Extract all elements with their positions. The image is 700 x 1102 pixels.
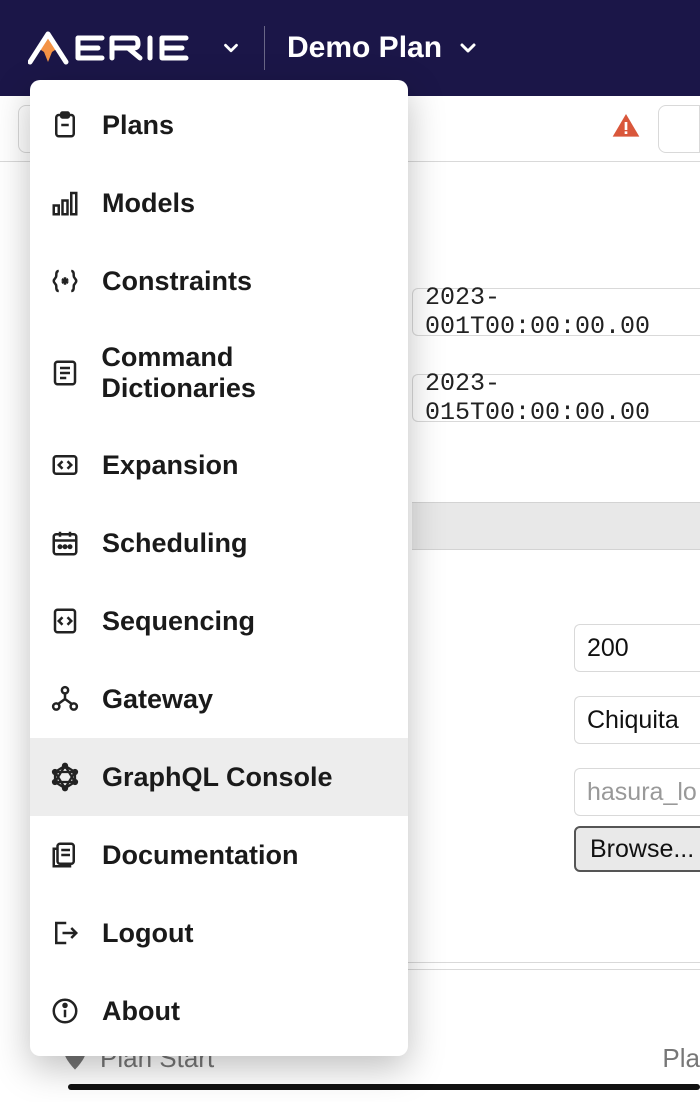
menu-item-label: About (102, 996, 180, 1027)
clipboard-icon (48, 108, 82, 142)
braces-asterisk-icon (48, 264, 82, 298)
toolbar-right-button[interactable] (658, 105, 700, 153)
menu-item-label: Constraints (102, 266, 252, 297)
menu-item-documentation[interactable]: Documentation (30, 816, 408, 894)
menu-item-label: Expansion (102, 450, 239, 481)
browse-button-label: Browse... (590, 835, 694, 864)
browse-button[interactable]: Browse... (574, 826, 700, 872)
menu-item-label: Logout (102, 918, 193, 949)
main-nav-menu: Plans Models Constraints Command Diction… (30, 80, 408, 1056)
login-field[interactable]: hasura_lo (574, 768, 700, 816)
docs-icon (48, 838, 82, 872)
menu-item-label: Gateway (102, 684, 213, 715)
info-icon (48, 994, 82, 1028)
menu-item-label: Models (102, 188, 195, 219)
calendar-icon (48, 526, 82, 560)
start-time-value: 2023-001T00:00:00.00 (425, 283, 688, 341)
divider (264, 26, 265, 70)
logout-icon (48, 916, 82, 950)
plan-selector-label: Demo Plan (287, 31, 442, 65)
graphql-icon (48, 760, 82, 794)
menu-item-constraints[interactable]: Constraints (30, 242, 408, 320)
chevron-down-icon (220, 37, 242, 59)
aerie-logo (28, 28, 206, 68)
chevron-down-icon (456, 36, 480, 60)
menu-item-label: GraphQL Console (102, 762, 333, 793)
menu-item-scheduling[interactable]: Scheduling (30, 504, 408, 582)
bar-chart-icon (48, 186, 82, 220)
plan-selector[interactable]: Demo Plan (287, 31, 480, 65)
end-time-value: 2023-015T00:00:00.00 (425, 369, 688, 427)
timeline-end-label: Pla (662, 1043, 700, 1073)
menu-item-about[interactable]: About (30, 972, 408, 1050)
menu-item-command-dictionaries[interactable]: Command Dictionaries (30, 320, 408, 426)
producer-field[interactable]: Chiquita (574, 696, 700, 744)
menu-item-logout[interactable]: Logout (30, 894, 408, 972)
count-field[interactable]: 200 (574, 624, 700, 672)
timeline-track[interactable] (68, 1084, 700, 1090)
menu-item-expansion[interactable]: Expansion (30, 426, 408, 504)
menu-item-models[interactable]: Models (30, 164, 408, 242)
end-time-field[interactable]: 2023-015T00:00:00.00 (412, 374, 700, 422)
app-switcher[interactable] (28, 28, 242, 68)
menu-item-label: Sequencing (102, 606, 255, 637)
section-header (412, 502, 700, 550)
menu-item-graphql-console[interactable]: GraphQL Console (30, 738, 408, 816)
code-doc-icon (48, 604, 82, 638)
code-box-icon (48, 448, 82, 482)
start-time-field[interactable]: 2023-001T00:00:00.00 (412, 288, 700, 336)
menu-item-sequencing[interactable]: Sequencing (30, 582, 408, 660)
menu-item-plans[interactable]: Plans (30, 86, 408, 164)
producer-value: Chiquita (587, 706, 679, 735)
menu-item-label: Scheduling (102, 528, 248, 559)
menu-item-label: Command Dictionaries (101, 342, 390, 404)
count-value: 200 (587, 634, 629, 663)
list-page-icon (48, 356, 81, 390)
menu-item-gateway[interactable]: Gateway (30, 660, 408, 738)
menu-item-label: Plans (102, 110, 174, 141)
network-icon (48, 682, 82, 716)
warning-icon[interactable] (610, 110, 642, 147)
login-placeholder: hasura_lo (587, 778, 697, 807)
menu-item-label: Documentation (102, 840, 299, 871)
